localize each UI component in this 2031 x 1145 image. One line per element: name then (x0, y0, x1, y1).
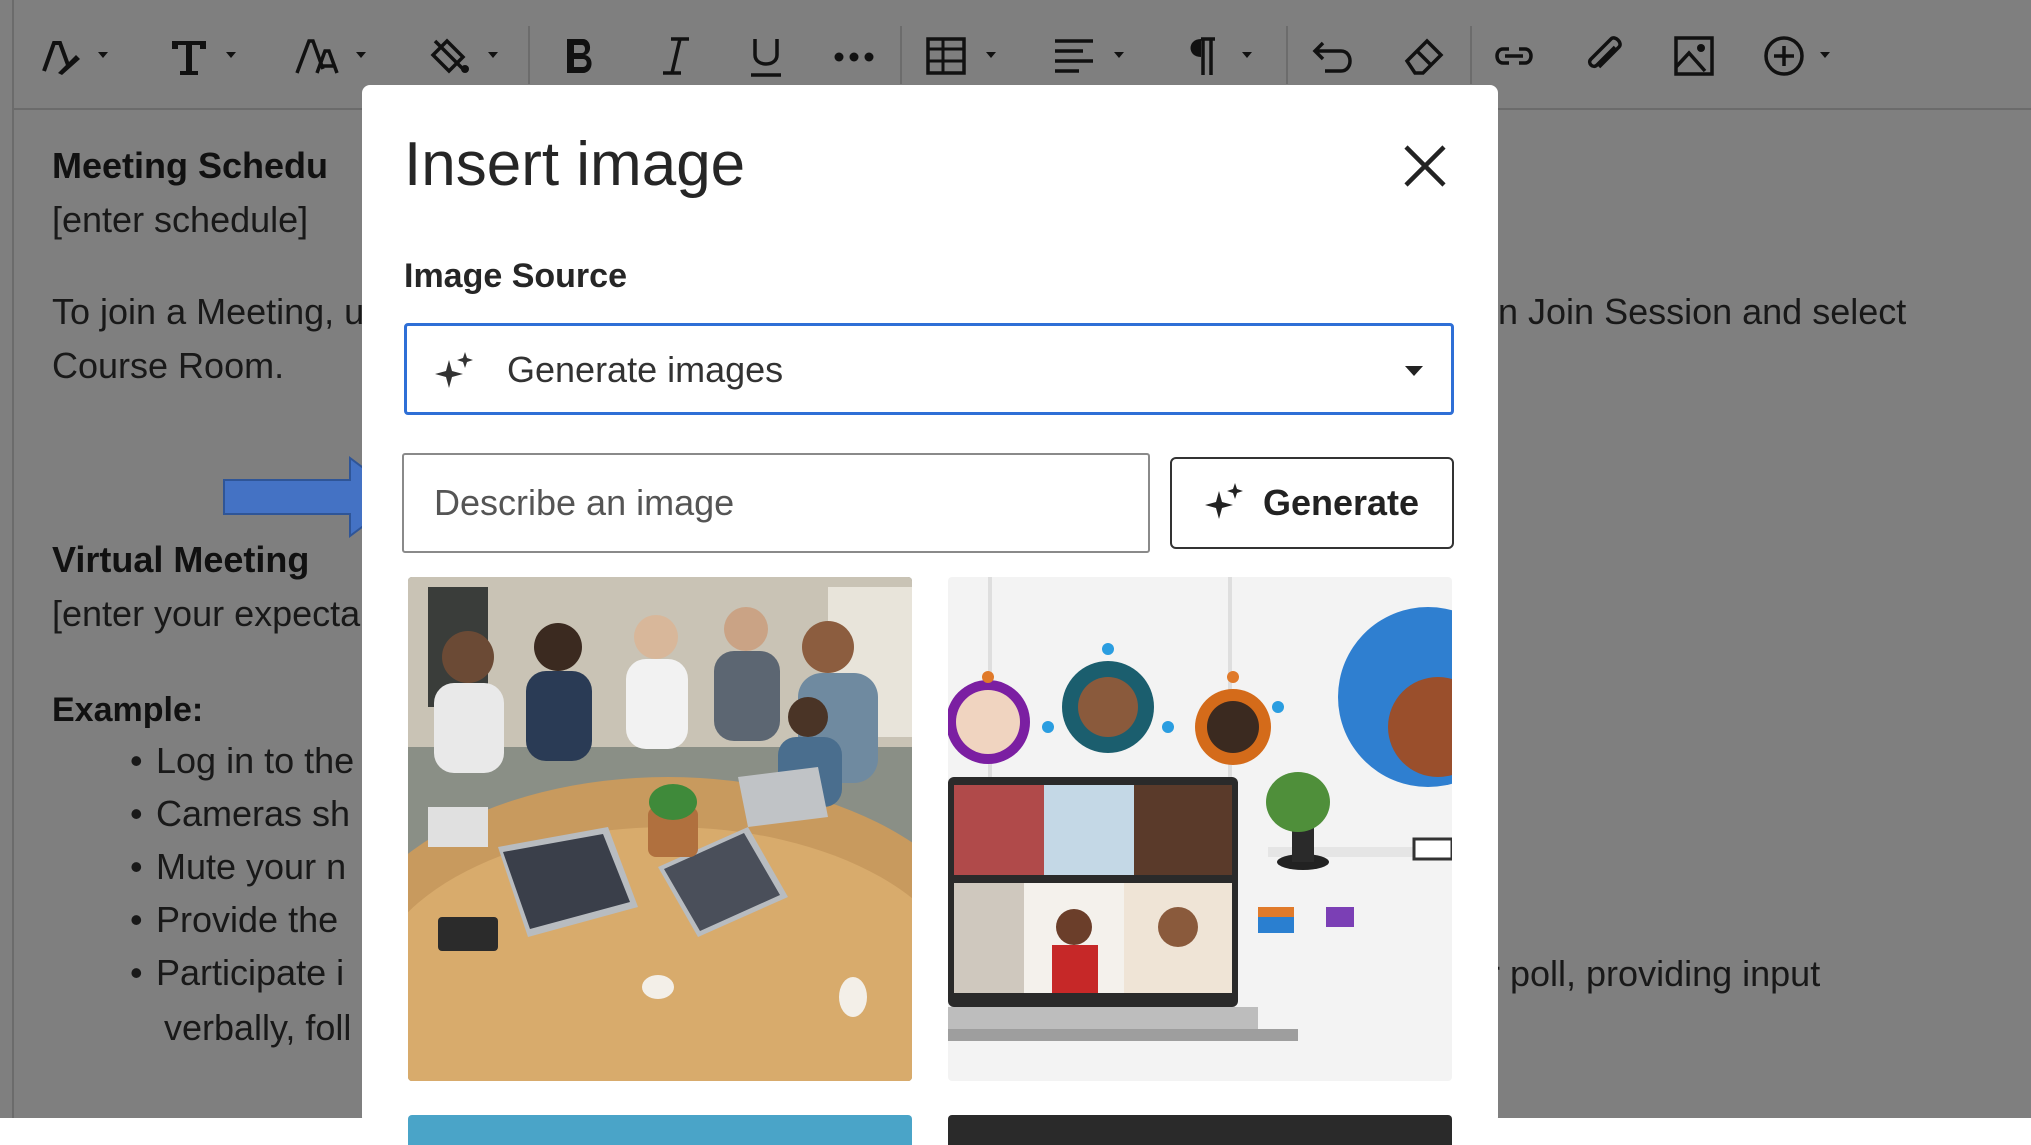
image-source-label: Image Source (404, 257, 627, 295)
describe-image-input[interactable] (402, 453, 1150, 553)
generated-image-2[interactable] (948, 577, 1452, 1081)
generate-button[interactable]: Generate (1170, 457, 1454, 549)
sparkle-icon (1204, 483, 1243, 519)
generated-image-4[interactable] (948, 1115, 1452, 1145)
close-button[interactable] (1396, 137, 1454, 195)
generated-image-1[interactable] (408, 577, 912, 1081)
editor-frame: Meeting Schedu [enter schedule] To join … (0, 0, 2031, 1145)
dialog-title: Insert image (404, 130, 746, 199)
chevron-down-icon (1405, 366, 1423, 376)
meeting-photo-image (408, 577, 912, 1081)
image-source-value: Generate images (507, 349, 784, 390)
virtual-meeting-image (948, 577, 1452, 1081)
generate-label: Generate (1262, 482, 1420, 523)
insert-image-dialog: Insert image Image Source Generate image… (362, 85, 1498, 1145)
sparkle-icon (435, 352, 473, 388)
image-source-select[interactable]: Generate images (404, 323, 1454, 415)
generated-image-3[interactable] (408, 1115, 912, 1145)
close-icon (1404, 145, 1446, 187)
